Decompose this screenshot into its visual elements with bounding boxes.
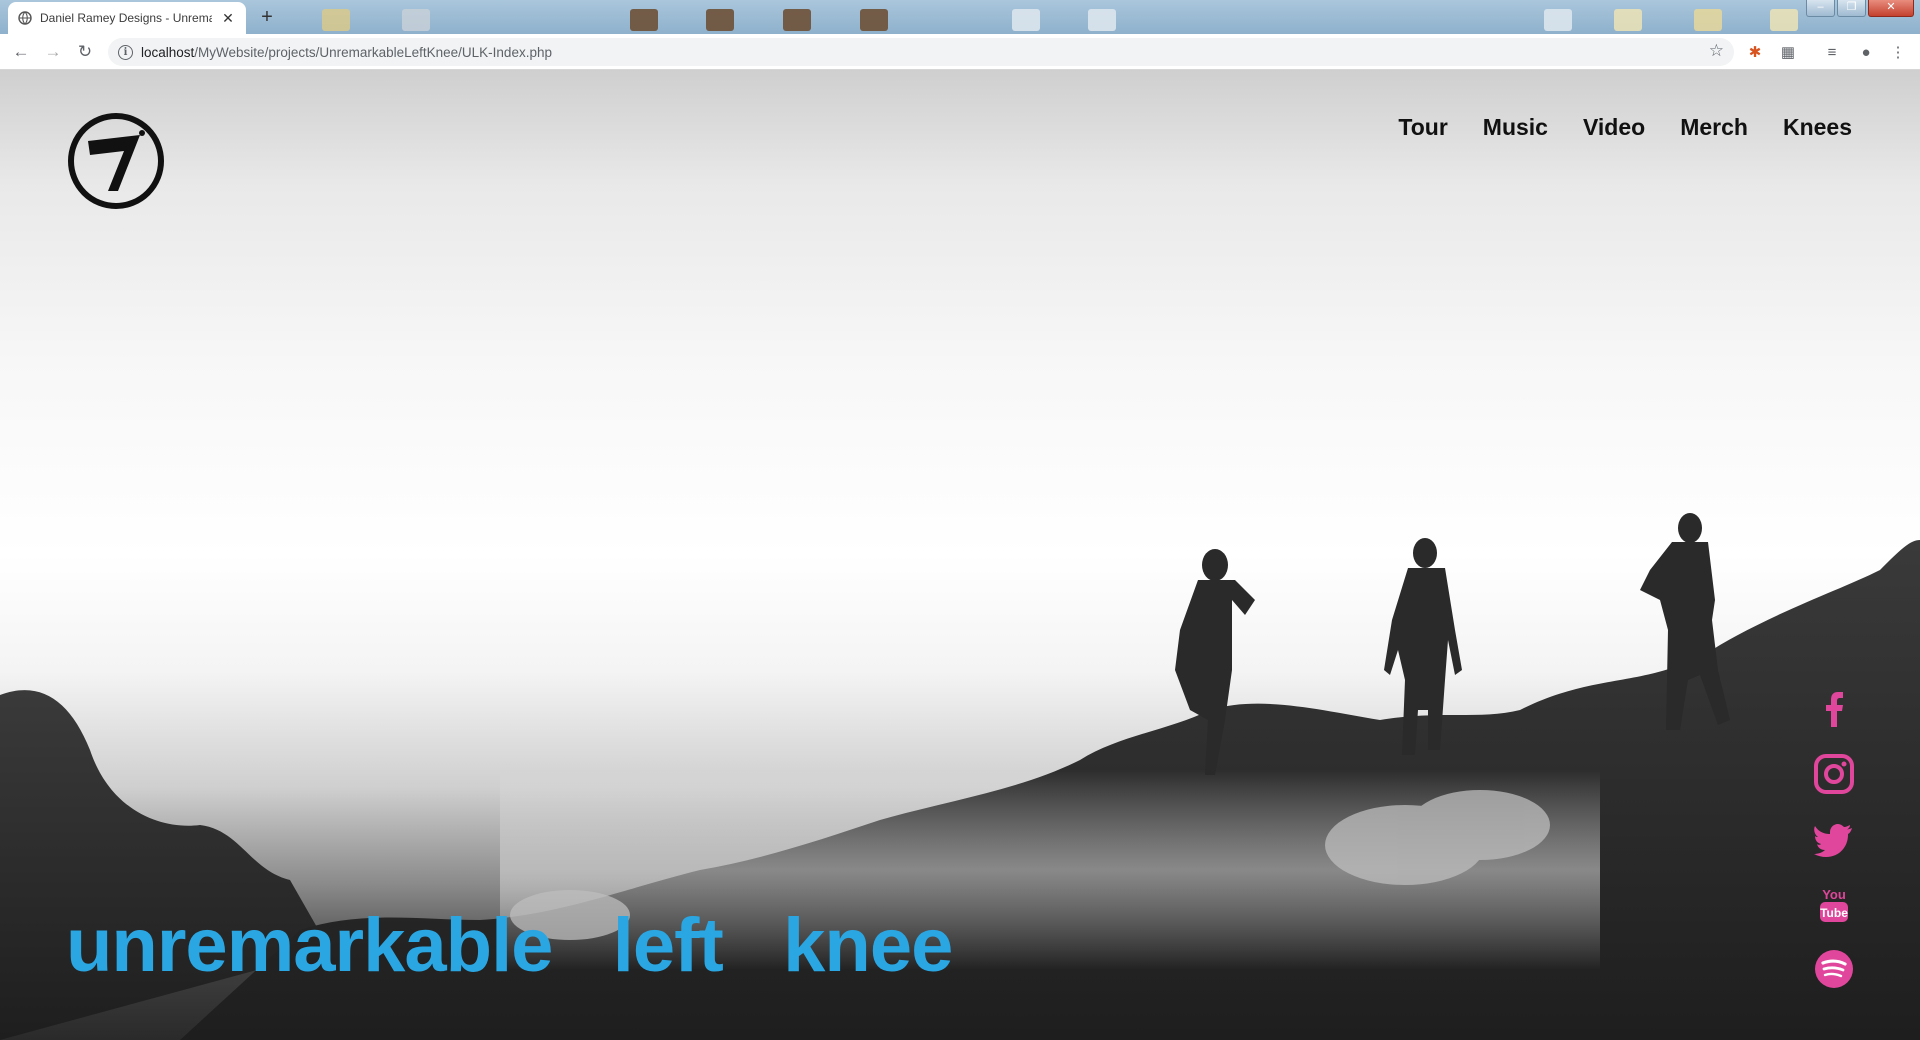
main-nav: Tour Music Video Merch Knees (1398, 114, 1852, 141)
globe-icon (18, 11, 32, 25)
desktop-icon (402, 9, 430, 31)
instagram-icon[interactable] (1812, 752, 1856, 796)
desktop-icon (1694, 9, 1722, 31)
youtube-icon[interactable]: You Tube (1812, 882, 1856, 926)
social-links: You Tube (1812, 687, 1856, 1012)
tab-title: Daniel Ramey Designs - Unremarkable Left… (40, 11, 212, 25)
extension-icon[interactable]: ✱ (1746, 44, 1764, 62)
hero-section: Tour Music Video Merch Knees unremarkabl… (0, 70, 1920, 1040)
extension-icon[interactable]: ▦ (1779, 44, 1797, 62)
nav-link-tour[interactable]: Tour (1398, 114, 1447, 141)
desktop-icon (1544, 9, 1572, 31)
menu-kebab-icon[interactable]: ⋮ (1889, 44, 1907, 62)
band-name-heading: unremarkable left knee (66, 903, 953, 988)
desktop-icon (1088, 9, 1116, 31)
reload-icon[interactable]: ↻ (74, 41, 96, 63)
browser-tab[interactable]: Daniel Ramey Designs - Unremarkable Left… (8, 2, 246, 34)
info-icon[interactable]: i (118, 44, 133, 60)
nav-link-merch[interactable]: Merch (1680, 114, 1748, 141)
window-titlebar: Daniel Ramey Designs - Unremarkable Left… (0, 0, 1920, 34)
spotify-icon[interactable] (1812, 947, 1856, 991)
window-controls: – ❐ ✕ (1806, 0, 1914, 17)
bookmark-star-icon[interactable]: ☆ (1709, 41, 1724, 61)
desktop-icon (1614, 9, 1642, 31)
desktop-icon (783, 9, 811, 31)
nav-link-music[interactable]: Music (1483, 114, 1548, 141)
desktop-icon (630, 9, 658, 31)
twitter-icon[interactable] (1812, 817, 1856, 861)
new-tab-button[interactable]: + (254, 6, 280, 30)
close-tab-icon[interactable]: ✕ (220, 10, 236, 27)
url-path: /MyWebsite/projects/UnremarkableLeftKnee… (194, 44, 552, 60)
back-arrow-icon[interactable]: ← (10, 41, 32, 63)
forward-arrow-icon[interactable]: → (42, 41, 64, 63)
hero-background-image (0, 513, 1920, 1040)
address-bar[interactable]: i localhost /MyWebsite/projects/Unremark… (108, 38, 1734, 66)
svg-text:You: You (1822, 887, 1846, 902)
desktop-icon (860, 9, 888, 31)
media-control-icon[interactable]: ≡ (1823, 44, 1841, 62)
close-window-button[interactable]: ✕ (1868, 0, 1914, 17)
desktop-icon (322, 9, 350, 31)
minimize-button[interactable]: – (1806, 0, 1835, 17)
svg-text:Tube: Tube (1820, 906, 1848, 920)
restore-button[interactable]: ❐ (1837, 0, 1866, 17)
desktop-icon (706, 9, 734, 31)
browser-toolbar: ← → ↻ i localhost /MyWebsite/projects/Un… (0, 34, 1920, 70)
nav-link-video[interactable]: Video (1583, 114, 1645, 141)
knee-seven-logo-icon[interactable] (66, 111, 166, 211)
nav-link-knees[interactable]: Knees (1783, 114, 1852, 141)
profile-icon[interactable]: ● (1857, 44, 1875, 62)
facebook-icon[interactable] (1812, 687, 1856, 731)
desktop-icon (1012, 9, 1040, 31)
desktop-icon (1770, 9, 1798, 31)
url-host: localhost (141, 44, 195, 60)
